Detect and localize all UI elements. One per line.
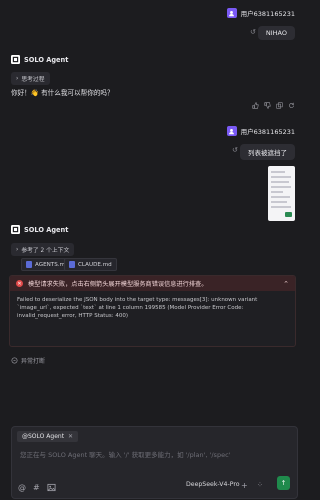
thinking-toggle[interactable]: › 思考过程: [11, 72, 50, 85]
chevron-right-icon: ›: [16, 75, 19, 82]
chat-input[interactable]: 您正在与 SOLO Agent 聊天。输入 '/' 获取更多能力，如 '/pla…: [20, 449, 230, 459]
file-icon: [26, 261, 32, 268]
chevron-right-icon: ›: [16, 246, 19, 253]
user-name: 用户6381165231: [240, 128, 295, 136]
user-name: 用户6381165231: [240, 10, 295, 18]
plus-icon[interactable]: +: [241, 481, 248, 490]
user-avatar: [226, 8, 237, 18]
agent-name: SOLO Agent: [24, 55, 69, 64]
copy-icon[interactable]: [276, 102, 283, 109]
undo-icon[interactable]: ↺: [250, 28, 256, 36]
error-title: 模型请求失败，点击右侧箭头展开模型服务商错误信息进行排查。: [28, 281, 208, 288]
undo-icon[interactable]: ↺: [232, 146, 238, 154]
file-icon: [69, 261, 75, 268]
user-message-bubble: NIHAO: [257, 26, 295, 40]
send-button[interactable]: ↑: [277, 476, 290, 490]
reply-actions: [252, 102, 295, 109]
attached-screenshot-thumbnail[interactable]: [268, 166, 295, 221]
thumbs-down-icon[interactable]: [264, 102, 271, 109]
user-icon: [229, 128, 235, 134]
agent-reply-text: 你好！👋 有什么我可以帮你的吗？: [11, 89, 114, 97]
user-header-2: 用户6381165231: [226, 126, 295, 136]
arrow-up-icon: ↑: [280, 479, 287, 487]
user-message-bubble-2: 列表被遮挡了: [240, 144, 295, 160]
solo-agent-logo-icon: [11, 225, 20, 234]
agent-header: SOLO Agent: [11, 55, 68, 64]
user-header: 用户6381165231: [226, 8, 295, 18]
user-icon: [229, 10, 235, 16]
interrupt-label: 异常打断: [21, 358, 46, 365]
model-selector[interactable]: DeepSeek-V4-Pro: [186, 481, 240, 488]
chevron-up-icon[interactable]: ⌃: [283, 280, 289, 288]
context-toggle[interactable]: › 参考了 2 个上下文: [11, 243, 75, 256]
chat-composer: @SOLO Agent ✕ 您正在与 SOLO Agent 聊天。输入 '/' …: [11, 426, 298, 499]
error-detail: Failed to deserialize the JSON body into…: [17, 297, 258, 319]
thumbs-up-icon[interactable]: [252, 102, 259, 109]
image-upload-icon[interactable]: [47, 483, 56, 492]
retry-icon[interactable]: [288, 102, 295, 109]
agent-name: SOLO Agent: [24, 225, 69, 234]
mention-label: @SOLO Agent: [22, 433, 65, 440]
error-header[interactable]: ✕ 模型请求失败，点击右侧箭头展开模型服务商错误信息进行排查。 ⌃: [10, 276, 295, 291]
hash-icon[interactable]: #: [33, 483, 40, 492]
solo-agent-logo-icon: [11, 55, 20, 64]
user-avatar: [226, 126, 237, 136]
error-icon: ✕: [16, 280, 23, 287]
interrupt-icon: [11, 357, 18, 364]
settings-icon[interactable]: ⁘: [257, 481, 263, 489]
file-chip-claude[interactable]: CLAUDE.md: [64, 258, 117, 271]
file-name: CLAUDE.md: [78, 261, 112, 268]
interrupt-status: 异常打断: [11, 356, 45, 365]
agent-header-2: SOLO Agent: [11, 225, 68, 234]
mention-chip[interactable]: @SOLO Agent ✕: [17, 431, 79, 442]
tool-icon: ✕: [67, 433, 74, 440]
thinking-label: 思考过程: [21, 77, 45, 83]
at-mention-icon[interactable]: @: [18, 483, 26, 492]
context-label: 参考了 2 个上下文: [21, 248, 70, 254]
error-panel: ✕ 模型请求失败，点击右侧箭头展开模型服务商错误信息进行排查。 ⌃ Failed…: [9, 275, 296, 347]
